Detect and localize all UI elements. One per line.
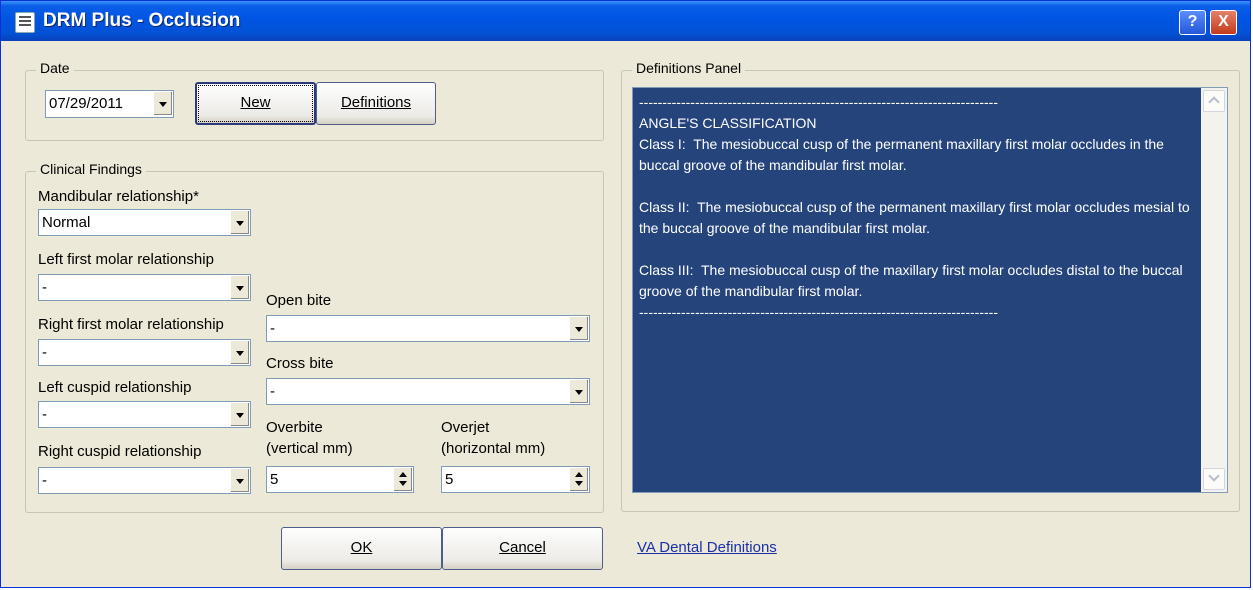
left-first-molar-label: Left first molar relationship — [38, 251, 214, 268]
overjet-label: Overjet — [441, 419, 490, 436]
cross-bite-label: Cross bite — [266, 355, 334, 372]
mandibular-relationship-label: Mandibular relationship* — [38, 188, 199, 205]
chevron-down-icon[interactable] — [230, 211, 249, 234]
chevron-down-icon[interactable] — [230, 469, 249, 492]
mandibular-relationship-select[interactable]: Normal — [38, 209, 251, 236]
cancel-button[interactable]: Cancel — [442, 527, 603, 570]
right-cuspid-label: Right cuspid relationship — [38, 443, 202, 460]
definitions-button-label: Definitions — [340, 94, 412, 111]
scroll-up-icon[interactable] — [1203, 90, 1225, 112]
overbite-label: Overbite — [266, 419, 323, 436]
chevron-down-icon[interactable] — [569, 317, 588, 340]
definitions-text: ----------------------------------------… — [639, 94, 1190, 320]
open-bite-label: Open bite — [266, 292, 332, 309]
ok-button-label: OK — [350, 539, 373, 556]
va-dental-definitions-link[interactable]: VA Dental Definitions — [637, 539, 777, 556]
clinical-findings-label: Clinical Findings — [36, 161, 146, 177]
chevron-down-icon[interactable] — [569, 380, 588, 403]
overjet-unit-label: (horizontal mm) — [441, 440, 546, 457]
definitions-panel-label: Definitions Panel — [632, 60, 746, 76]
definitions-button[interactable]: Definitions — [316, 82, 436, 125]
scroll-down-icon[interactable] — [1203, 468, 1225, 490]
chevron-down-icon[interactable] — [230, 341, 249, 364]
open-bite-value: - — [270, 320, 275, 337]
title-bar[interactable]: DRM Plus - Occlusion ? X — [1, 1, 1250, 41]
window-title: DRM Plus - Occlusion — [43, 10, 241, 31]
overjet-stepper[interactable]: 5 — [441, 466, 590, 493]
overbite-stepper[interactable]: 5 — [266, 466, 414, 493]
overjet-value: 5 — [445, 471, 454, 488]
chevron-down-icon[interactable] — [153, 92, 172, 115]
left-first-molar-select[interactable]: - — [38, 274, 251, 301]
close-button[interactable]: X — [1210, 10, 1237, 35]
cross-bite-select[interactable]: - — [266, 378, 590, 405]
cancel-button-label: Cancel — [499, 539, 546, 556]
help-button[interactable]: ? — [1179, 10, 1206, 35]
date-picker[interactable]: 07/29/2011 — [45, 90, 174, 118]
open-bite-select[interactable]: - — [266, 315, 590, 342]
chevron-down-icon[interactable] — [230, 276, 249, 299]
overbite-value: 5 — [270, 471, 279, 488]
date-group-label: Date — [36, 60, 74, 76]
right-first-molar-value: - — [42, 344, 47, 361]
cross-bite-value: - — [270, 383, 275, 400]
ok-button[interactable]: OK — [281, 527, 442, 570]
definitions-panel[interactable]: ----------------------------------------… — [632, 87, 1228, 493]
left-cuspid-value: - — [42, 406, 47, 423]
right-cuspid-select[interactable]: - — [38, 467, 251, 494]
new-button-label: New — [240, 94, 271, 111]
app-icon — [15, 12, 35, 33]
left-first-molar-value: - — [42, 279, 47, 296]
right-first-molar-label: Right first molar relationship — [38, 316, 224, 333]
left-cuspid-select[interactable]: - — [38, 401, 251, 428]
overbite-unit-label: (vertical mm) — [266, 440, 353, 457]
right-first-molar-select[interactable]: - — [38, 339, 251, 366]
left-cuspid-label: Left cuspid relationship — [38, 379, 192, 396]
occlusion-dialog: DRM Plus - Occlusion ? X Date 07/29/2011… — [0, 0, 1251, 588]
chevron-down-icon[interactable] — [230, 403, 249, 426]
right-cuspid-value: - — [42, 472, 47, 489]
definitions-scrollbar[interactable] — [1201, 88, 1227, 492]
new-button[interactable]: New — [195, 82, 316, 125]
mandibular-relationship-value: Normal — [42, 214, 91, 231]
spin-arrows-icon[interactable] — [394, 468, 412, 491]
date-value: 07/29/2011 — [49, 95, 123, 112]
spin-arrows-icon[interactable] — [570, 468, 588, 491]
